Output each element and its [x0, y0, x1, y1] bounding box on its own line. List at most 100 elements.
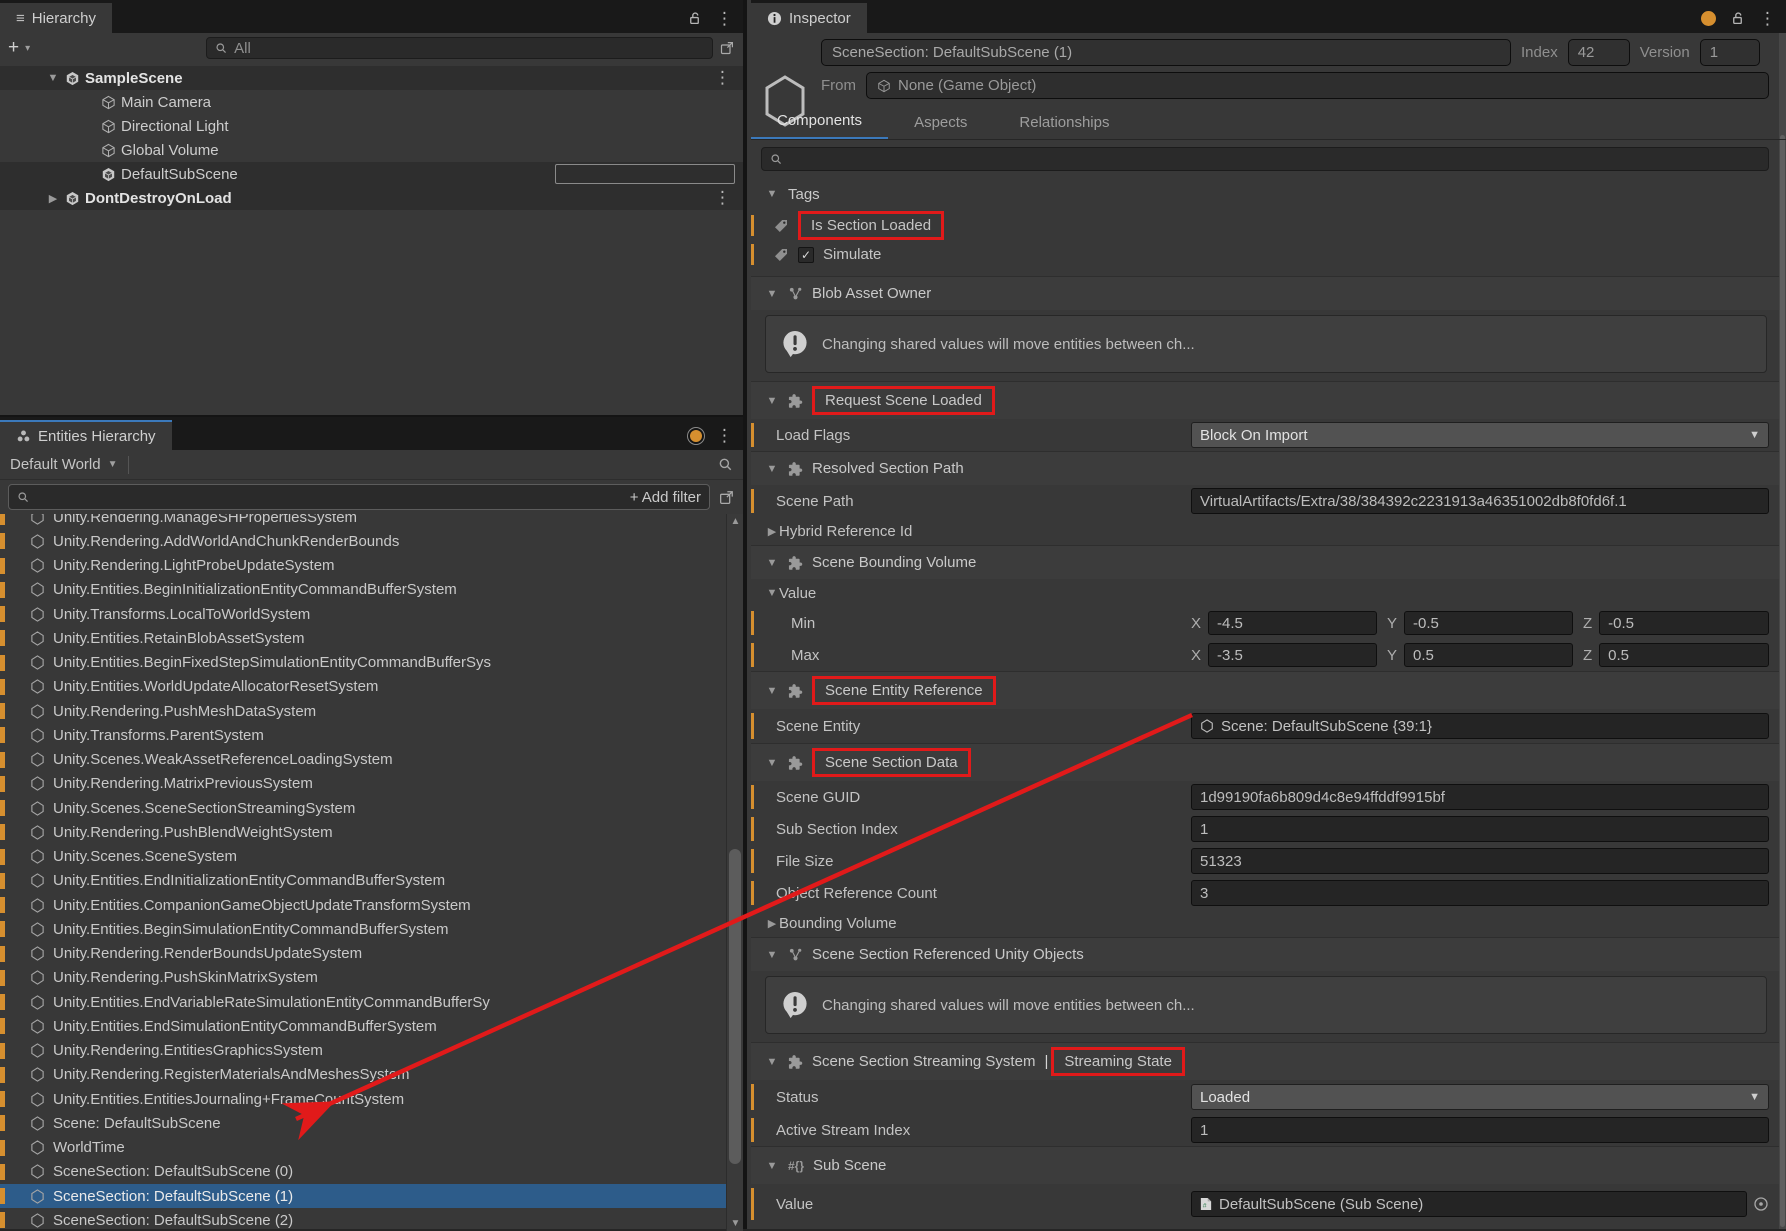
section-scene-bounding-volume[interactable]: ▼ Scene Bounding Volume [751, 545, 1779, 579]
foldout-open-icon[interactable]: ▼ [765, 587, 779, 599]
min-y-field[interactable]: -0.5 [1404, 611, 1573, 635]
object-picker-icon[interactable] [1753, 1196, 1769, 1212]
version-field[interactable]: 1 [1700, 39, 1760, 66]
section-sub-scene[interactable]: ▼ #{} Sub Scene [751, 1146, 1779, 1184]
section-streaming-state[interactable]: ▼ Scene Section Streaming System | Strea… [751, 1042, 1779, 1080]
prop-hybrid-reference-id[interactable]: ▶ Hybrid Reference Id [751, 517, 1779, 545]
section-resolved-section-path[interactable]: ▼ Resolved Section Path [751, 451, 1779, 485]
file-size-field[interactable]: 51323 [1191, 848, 1769, 874]
hierarchy-row[interactable]: Main Camera ⋮ [0, 90, 743, 114]
entity-row[interactable]: Unity.Entities.CompanionGameObjectUpdate… [0, 893, 726, 917]
prop-bounding-value[interactable]: ▼ Value [751, 579, 1779, 607]
scroll-down-icon[interactable]: ▼ [727, 1218, 744, 1229]
orange-status-dot[interactable] [690, 430, 702, 442]
components-search-input[interactable] [761, 147, 1769, 171]
tab-hierarchy[interactable]: ≡ Hierarchy [0, 3, 112, 33]
tab-components[interactable]: Components [751, 107, 888, 139]
from-object-field[interactable]: None (Game Object) [866, 72, 1769, 99]
section-referenced-unity-objects[interactable]: ▼ Scene Section Referenced Unity Objects [751, 937, 1779, 971]
entities-scrollbar[interactable]: ▲ ▼ [726, 514, 743, 1231]
simulate-checkbox[interactable]: ✓ [798, 247, 814, 263]
tab-aspects[interactable]: Aspects [888, 109, 993, 139]
entity-row[interactable]: Unity.Rendering.RenderBoundsUpdateSystem [0, 942, 726, 966]
min-x-field[interactable]: -4.5 [1208, 611, 1377, 635]
inspector-scrollbar[interactable] [1779, 33, 1786, 1229]
entity-row[interactable]: Unity.Scenes.WeakAssetReferenceLoadingSy… [0, 748, 726, 772]
foldout-icon[interactable]: ▼ [46, 72, 60, 84]
section-scene-section-data[interactable]: ▼ Scene Section Data [751, 743, 1779, 781]
entity-row[interactable]: Unity.Rendering.PushBlendWeightSystem [0, 820, 726, 844]
entity-row[interactable]: Unity.Rendering.EntitiesGraphicsSystem [0, 1039, 726, 1063]
kebab-icon[interactable]: ⋮ [714, 69, 731, 86]
object-reference-count-field[interactable]: 3 [1191, 880, 1769, 906]
foldout-closed-icon[interactable]: ▶ [765, 525, 779, 538]
hierarchy-row[interactable]: Directional Light ⋮ [0, 114, 743, 138]
status-dropdown[interactable]: Loaded▼ [1191, 1084, 1769, 1110]
entity-row[interactable]: Unity.Entities.EndVariableRateSimulation… [0, 990, 726, 1014]
entity-row[interactable]: Unity.Entities.EndSimulationEntityComman… [0, 1014, 726, 1038]
foldout-open-icon[interactable]: ▼ [765, 395, 779, 407]
sub-scene-object-field[interactable]: # DefaultSubScene (Sub Scene) [1191, 1191, 1747, 1217]
kebab-icon[interactable]: ⋮ [716, 427, 733, 444]
entity-row[interactable]: Unity.Transforms.ParentSystem [0, 723, 726, 747]
section-request-scene-loaded[interactable]: ▼ Request Scene Loaded [751, 381, 1779, 419]
foldout-open-icon[interactable]: ▼ [765, 757, 779, 769]
open-new-window-icon[interactable] [719, 40, 735, 56]
orange-status-dot[interactable] [1701, 11, 1716, 26]
entity-row[interactable]: Unity.Rendering.ManageSHPropertiesSystem [0, 514, 726, 529]
hierarchy-row[interactable]: ▼ SampleScene ⋮ [0, 66, 743, 90]
sub-section-index-field[interactable]: 1 [1191, 816, 1769, 842]
entity-row[interactable]: Scene: DefaultSubScene [0, 1111, 726, 1135]
kebab-icon[interactable]: ⋮ [716, 10, 733, 27]
foldout-open-icon[interactable]: ▼ [765, 685, 779, 697]
entity-row[interactable]: Unity.Scenes.SceneSystem [0, 845, 726, 869]
foldout-open-icon[interactable]: ▼ [765, 557, 779, 569]
open-new-window-icon[interactable] [718, 489, 735, 506]
entity-row[interactable]: Unity.Rendering.MatrixPreviousSystem [0, 772, 726, 796]
add-filter-button[interactable]: + Add filter [630, 489, 701, 506]
entity-row[interactable]: Unity.Scenes.SceneSectionStreamingSystem [0, 796, 726, 820]
hierarchy-row[interactable]: Global Volume ⋮ [0, 138, 743, 162]
entity-row[interactable]: SceneSection: DefaultSubScene (0) [0, 1160, 726, 1184]
chevron-down-icon[interactable]: ▾ [25, 43, 30, 54]
entity-row[interactable]: Unity.Rendering.AddWorldAndChunkRenderBo… [0, 529, 726, 553]
entity-row[interactable]: Unity.Entities.BeginFixedStepSimulationE… [0, 651, 726, 675]
foldout-open-icon[interactable]: ▼ [765, 188, 779, 200]
entity-row[interactable]: WorldTime [0, 1136, 726, 1160]
lock-icon[interactable] [1730, 11, 1745, 26]
load-flags-dropdown[interactable]: Block On Import▼ [1191, 422, 1769, 448]
hierarchy-row[interactable]: ▶ DontDestroyOnLoad ⋮ [0, 186, 743, 210]
foldout-open-icon[interactable]: ▼ [765, 949, 779, 961]
entity-row[interactable]: Unity.Transforms.LocalToWorldSystem [0, 602, 726, 626]
foldout-open-icon[interactable]: ▼ [765, 1056, 779, 1068]
tab-relationships[interactable]: Relationships [993, 109, 1135, 139]
scene-guid-field[interactable]: 1d99190fa6b809d4c8e94ffddf9915bf [1191, 784, 1769, 810]
min-z-field[interactable]: -0.5 [1599, 611, 1769, 635]
tab-entities-hierarchy[interactable]: Entities Hierarchy [0, 420, 172, 450]
entity-row[interactable]: Unity.Entities.BeginInitializationEntity… [0, 578, 726, 602]
max-z-field[interactable]: 0.5 [1599, 643, 1769, 667]
entity-name-field[interactable]: SceneSection: DefaultSubScene (1) [821, 39, 1511, 66]
kebab-icon[interactable]: ⋮ [1759, 10, 1776, 27]
section-tags[interactable]: ▼ Tags [751, 177, 1779, 211]
tab-inspector[interactable]: Inspector [751, 3, 867, 33]
kebab-icon[interactable]: ⋮ [714, 189, 731, 206]
hierarchy-search-input[interactable]: All [206, 37, 713, 59]
foldout-open-icon[interactable]: ▼ [765, 288, 779, 300]
entity-row[interactable]: Unity.Entities.EntitiesJournaling+FrameC… [0, 1087, 726, 1111]
lock-icon[interactable] [687, 11, 702, 26]
entity-row[interactable]: Unity.Rendering.PushMeshDataSystem [0, 699, 726, 723]
entities-search-input[interactable]: + Add filter [8, 484, 710, 510]
max-x-field[interactable]: -3.5 [1208, 643, 1377, 667]
prop-bounding-volume[interactable]: ▶ Bounding Volume [751, 909, 1779, 937]
scrollbar-thumb[interactable] [729, 849, 741, 1164]
entity-row[interactable]: SceneSection: DefaultSubScene (1) [0, 1184, 726, 1208]
foldout-closed-icon[interactable]: ▶ [765, 917, 779, 930]
hierarchy-row[interactable]: DefaultSubScene ⋮ [0, 162, 743, 186]
entity-row[interactable]: Unity.Entities.WorldUpdateAllocatorReset… [0, 675, 726, 699]
section-blob-asset-owner[interactable]: ▼ Blob Asset Owner [751, 276, 1779, 310]
entity-row[interactable]: Unity.Rendering.RegisterMaterialsAndMesh… [0, 1063, 726, 1087]
entity-row[interactable]: Unity.Entities.BeginSimulationEntityComm… [0, 917, 726, 941]
section-scene-entity-reference[interactable]: ▼ Scene Entity Reference [751, 671, 1779, 709]
foldout-icon[interactable]: ▶ [46, 192, 60, 205]
